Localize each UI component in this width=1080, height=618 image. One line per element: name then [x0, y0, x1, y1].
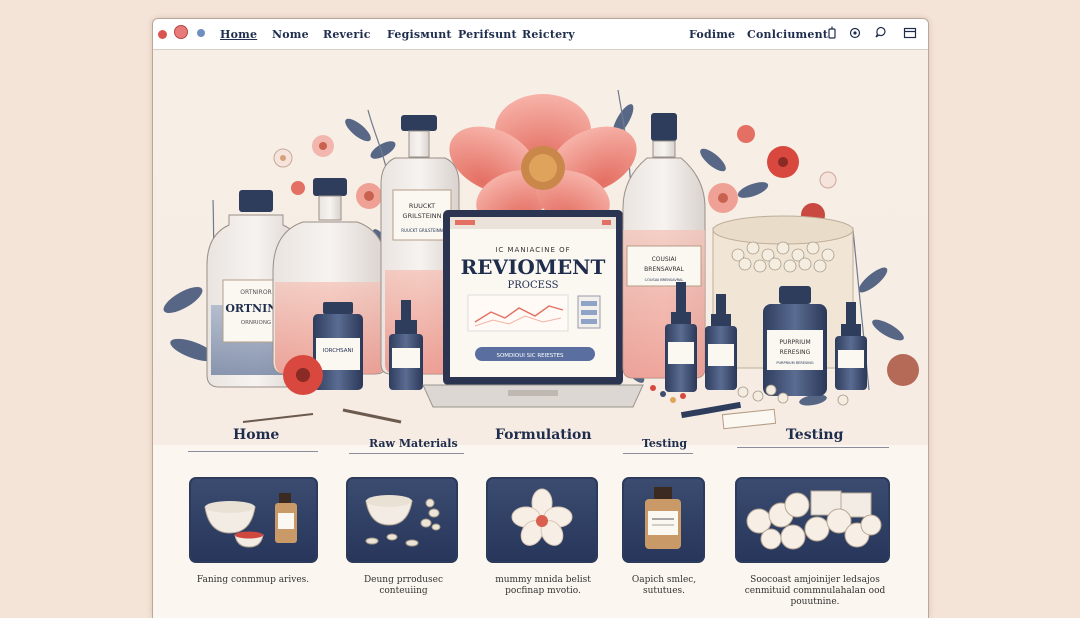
testing-bottle-illustration	[645, 487, 681, 549]
svg-text:RERESING: RERESING	[780, 349, 811, 356]
caption-formulation: mummy mnida belist pocfinap mvotio.	[495, 575, 591, 596]
svg-text:COUSIAI: COUSIAI	[652, 256, 677, 263]
pearls-illustration	[746, 490, 882, 550]
section-title-raw-materials: Raw Materials	[369, 437, 458, 450]
svg-text:BRENSAVRAL: BRENSAVRAL	[644, 266, 684, 273]
browser-window: Home Nome Reveric Fegisмunt Perifsunt Re…	[152, 18, 929, 618]
svg-text:RUUCKT GRILSTEINN: RUUCKT GRILSTEINN	[401, 228, 442, 233]
card-testing-1[interactable]	[622, 477, 705, 563]
flower-card-illustration	[511, 488, 573, 546]
section-title-formulation: Formulation	[495, 427, 592, 443]
bowls-illustration	[204, 493, 297, 548]
top-navigation-bar: Home Nome Reveric Fegisмunt Perifsunt Re…	[153, 19, 928, 50]
nav-link-nome[interactable]: Nome	[272, 28, 309, 41]
close-window-button[interactable]	[158, 30, 167, 39]
caption-testing-1: Oapich smlec, sututues.	[631, 575, 697, 596]
maximize-window-button[interactable]	[197, 29, 205, 37]
svg-text:RUUCKT: RUUCKT	[409, 202, 435, 210]
minimize-window-button[interactable]	[174, 25, 188, 39]
nav-link-fodime[interactable]: Fodime	[689, 28, 735, 41]
card-testing-2[interactable]	[735, 477, 890, 563]
card-formulation[interactable]	[486, 477, 598, 563]
raw-materials-illustration	[365, 495, 441, 547]
section-title-testing-2: Testing	[786, 427, 844, 443]
svg-text:ORNRIONG: ORNRIONG	[241, 320, 271, 326]
svg-text:COUSIAI BRENSAVRAL: COUSIAI BRENSAVRAL	[645, 278, 684, 282]
section-divider-raw-materials	[349, 453, 464, 454]
section-divider-testing-1	[623, 453, 693, 454]
svg-text:IORCHSANI: IORCHSANI	[323, 348, 354, 354]
window-icon[interactable]	[903, 26, 917, 40]
nav-link-conlciument[interactable]: Conlciument	[747, 28, 828, 41]
caption-testing-2: Soocoast amjoinijer ledsajos cenmituid c…	[744, 575, 886, 607]
section-divider-home	[188, 451, 318, 452]
bookmark-icon[interactable]	[825, 26, 839, 40]
svg-text:PURPRIUM RERESING: PURPRIUM RERESING	[776, 361, 814, 365]
chat-icon[interactable]	[874, 26, 888, 40]
section-title-home: Home	[233, 427, 280, 443]
nav-link-perifsunt[interactable]: Perifsunt	[458, 28, 517, 41]
card-home[interactable]	[189, 477, 318, 563]
settings-icon[interactable]	[848, 26, 862, 40]
section-title-testing-1: Testing	[642, 437, 688, 450]
hero-artwork: ORTNIROR ORTNING ORNRIONG RUUCKT GRILSTE…	[163, 89, 919, 430]
nav-link-reictery[interactable]: Reictery	[522, 28, 575, 41]
nav-link-reveric[interactable]: Reveric	[323, 28, 371, 41]
nav-link-fegismunt[interactable]: Fegisмunt	[387, 28, 452, 41]
section-divider-testing-2	[737, 447, 889, 448]
svg-text:PROCESS: PROCESS	[508, 280, 559, 291]
svg-text:ORTNIROR: ORTNIROR	[240, 289, 271, 296]
svg-text:PURPRIUM: PURPRIUM	[779, 339, 810, 346]
caption-home: Faning conmmup arives.	[196, 575, 310, 585]
card-raw-materials[interactable]	[346, 477, 458, 563]
svg-text:GRILSTEINN: GRILSTEINN	[403, 212, 442, 220]
caption-raw-materials: Deung prrodusec conteuiing	[363, 575, 444, 596]
hero-illustration: ORTNIROR ORTNING ORNRIONG RUUCKT GRILSTE…	[153, 50, 928, 445]
svg-text:SOMDIOUI SIC REIESTES: SOMDIOUI SIC REIESTES	[496, 353, 564, 359]
nav-link-home[interactable]: Home	[220, 28, 257, 41]
svg-text:IC MANIACINE OF: IC MANIACINE OF	[495, 246, 570, 254]
laptop-illustration: IC MANIACINE OF REVIOMENT PROCESS SOMDIO…	[422, 210, 644, 408]
svg-text:REVIOMENT: REVIOMENT	[461, 255, 606, 279]
